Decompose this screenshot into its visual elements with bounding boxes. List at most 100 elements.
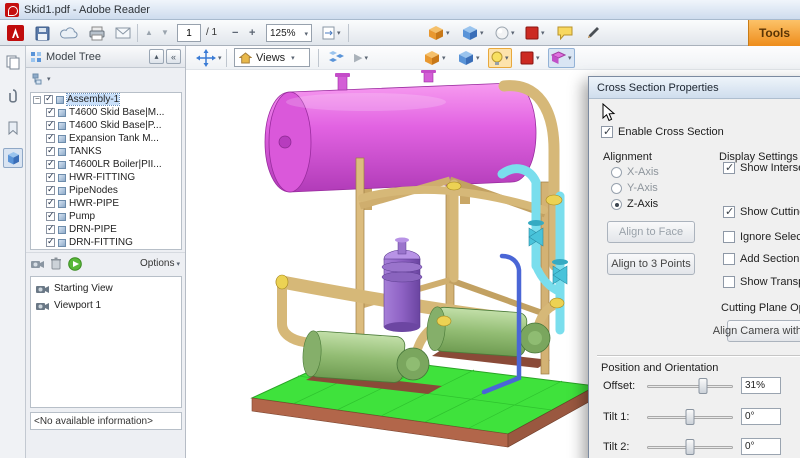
tilt2-slider-thumb[interactable] [685,439,695,455]
offset-slider-thumb[interactable] [698,378,708,394]
3d-render-mode-dropdown[interactable] [426,23,452,43]
visibility-checkbox[interactable] [44,93,53,104]
adobe-reader-icon[interactable] [5,23,26,43]
background-color-dropdown[interactable] [518,48,542,68]
tree-item[interactable]: T4600LR Boiler|PII... [31,158,181,171]
tilt1-slider[interactable] [647,408,733,426]
print-button[interactable] [87,23,107,43]
page-thumbnails-icon[interactable] [3,52,23,72]
render-mode-dropdown[interactable] [422,48,448,68]
model-tree-icon[interactable] [3,148,23,168]
bookmarks-icon[interactable] [3,118,23,138]
comment-button[interactable] [555,23,575,43]
show-intersections-row[interactable]: Show Intersections [723,161,800,174]
tree-root-label[interactable]: Assembly-1 [65,93,121,106]
visibility-checkbox[interactable] [46,119,55,130]
align-camera-button[interactable]: Align Camera with Plane [713,320,800,342]
views-list[interactable]: Starting View Viewport 1 [30,276,182,408]
panel-collapse-button[interactable] [166,49,181,64]
play-animation-dropdown[interactable]: ▶ [352,48,370,68]
visibility-checkbox[interactable] [46,210,55,221]
show-transparency-row[interactable]: Show Transparency [723,276,800,288]
tilt2-field[interactable]: 0° [741,438,781,455]
play-view-icon[interactable] [68,256,82,271]
x-axis-radio-row[interactable]: X-Axis [611,166,659,178]
model-tree-toggle-button[interactable] [326,48,347,68]
x-axis-radio[interactable] [611,166,622,178]
options-dropdown[interactable]: Options [140,258,180,269]
tilt2-slider[interactable] [647,438,733,456]
cross-section-dropdown[interactable] [548,48,575,68]
3d-background-dropdown[interactable] [523,23,547,43]
y-axis-radio[interactable] [611,182,622,194]
views-dropdown[interactable]: Views [234,48,310,67]
tree-item[interactable]: PipeNodes [31,184,181,197]
visibility-checkbox[interactable] [46,236,55,247]
visibility-checkbox[interactable] [46,132,55,143]
title-bar[interactable]: Skid1.pdf - Adobe Reader [0,0,800,20]
tree-item[interactable]: HWR-FITTING [31,171,181,184]
show-cutting-plane-row[interactable]: Show Cutting Plane [723,205,800,218]
next-page-button[interactable]: ▼ [159,23,171,43]
model-tree-list[interactable]: Assembly-1 T4600 Skid Base|M... T4600 Sk… [30,92,182,250]
tree-options-dropdown[interactable] [30,69,53,89]
offset-slider[interactable] [647,377,733,395]
delete-view-icon[interactable] [50,257,62,270]
offset-field[interactable]: 31% [741,377,781,394]
lighting-dropdown[interactable] [488,48,512,68]
ignore-selected-checkbox[interactable] [723,231,735,243]
show-cutting-plane-checkbox[interactable] [723,205,735,218]
page-fit-dropdown[interactable] [320,23,343,43]
tree-item[interactable]: DRN-PIPE [31,223,181,236]
tree-item[interactable]: Expansion Tank M... [31,132,181,145]
previous-page-button[interactable]: ▲ [143,23,155,43]
email-button[interactable] [113,23,133,43]
show-transparency-checkbox[interactable] [723,276,735,288]
zoom-out-button[interactable]: − [230,23,240,43]
visibility-checkbox[interactable] [46,197,55,208]
zoom-level-dropdown[interactable]: 125% [266,24,312,42]
y-axis-radio-row[interactable]: Y-Axis [611,182,658,194]
3d-lighting-dropdown[interactable] [493,23,517,43]
cloud-upload-button[interactable] [58,23,80,43]
add-section-capping-row[interactable]: Add Section Capping [723,253,800,265]
dialog-title-bar[interactable]: Cross Section Properties [589,77,800,99]
tree-root-row[interactable]: Assembly-1 [31,93,181,106]
tools-button[interactable]: Tools [748,20,800,46]
visibility-checkbox[interactable] [46,171,55,182]
save-button[interactable] [33,23,52,43]
add-section-capping-checkbox[interactable] [723,253,735,265]
page-number-input[interactable] [177,24,201,42]
attachments-icon[interactable] [3,86,23,106]
tree-item[interactable]: Pump [31,210,181,223]
tree-item[interactable]: TANKS [31,145,181,158]
tree-item[interactable]: T4600 Skid Base|M... [31,106,181,119]
align-to-face-button[interactable]: Align to Face [607,221,695,243]
enable-cross-section-row[interactable]: Enable Cross Section [601,125,724,138]
tree-item[interactable]: T4600 Skid Base|P... [31,119,181,132]
tree-item[interactable]: HWR-PIPE [31,197,181,210]
ignore-selected-row[interactable]: Ignore Selected Parts [723,231,800,243]
tilt1-slider-thumb[interactable] [685,409,695,425]
visibility-checkbox[interactable] [46,223,55,234]
camera-tool-icon[interactable] [31,259,44,269]
tilt1-field[interactable]: 0° [741,408,781,425]
view-item[interactable]: Viewport 1 [31,297,181,314]
z-axis-radio[interactable] [611,198,622,210]
expander-icon[interactable] [33,94,41,104]
visibility-checkbox[interactable] [46,145,55,156]
visibility-checkbox[interactable] [46,184,55,195]
zoom-in-button[interactable]: + [247,23,257,43]
3d-views-dropdown[interactable] [460,23,486,43]
show-intersections-checkbox[interactable] [723,161,735,174]
view-item[interactable]: Starting View [31,280,181,297]
z-axis-radio-row[interactable]: Z-Axis [611,198,658,210]
tree-item[interactable]: DRN-FITTING [31,236,181,249]
enable-cross-section-checkbox[interactable] [601,125,613,138]
visibility-checkbox[interactable] [46,158,55,169]
panel-up-button[interactable] [149,49,164,64]
extra-views-dropdown[interactable] [456,48,482,68]
align-to-3-points-button[interactable]: Align to 3 Points [607,253,695,275]
sign-button[interactable] [584,23,603,43]
pan-tool-dropdown[interactable] [194,48,224,68]
